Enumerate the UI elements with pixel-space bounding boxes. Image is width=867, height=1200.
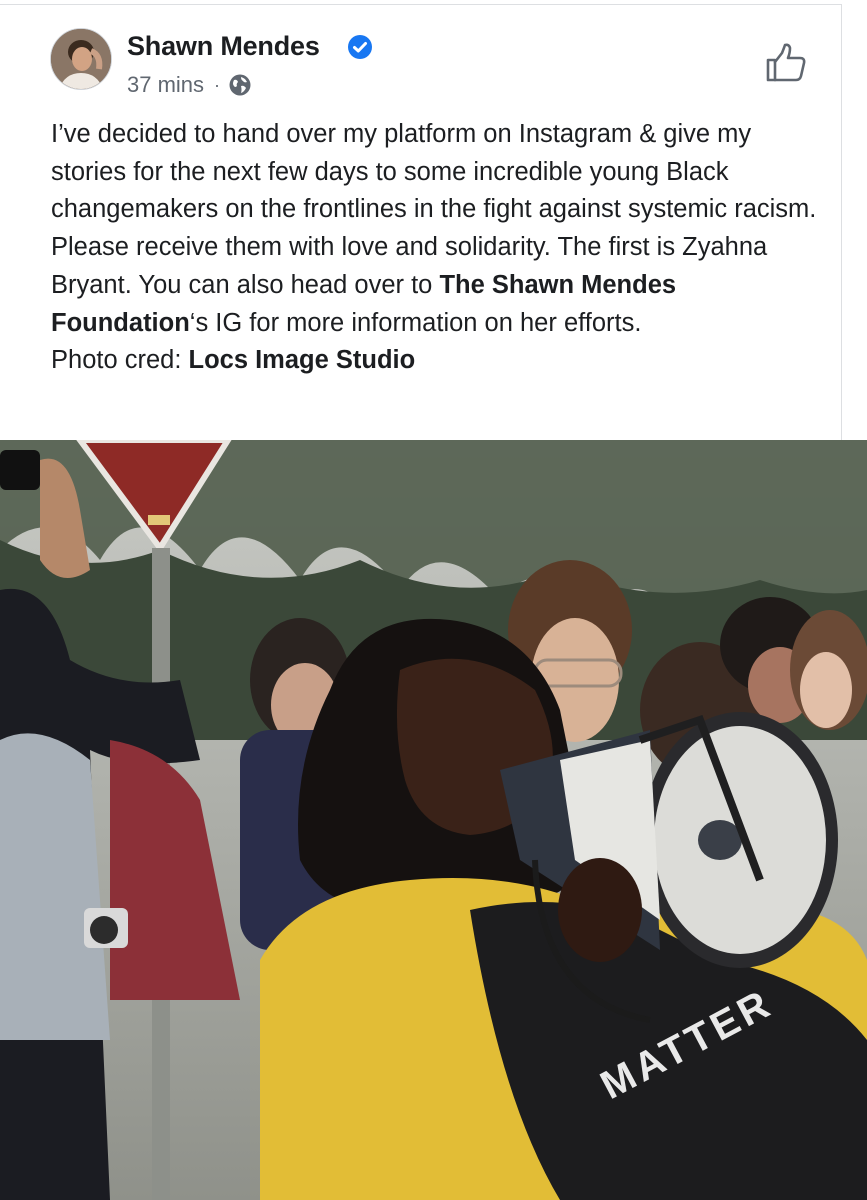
post-card: Shawn Mendes 37 mins · I’ve decided to h… [0, 0, 867, 1200]
verified-badge-icon [348, 35, 372, 59]
author-name[interactable]: Shawn Mendes [127, 31, 320, 62]
avatar[interactable] [50, 28, 112, 90]
photo-credit-mention[interactable]: Locs Image Studio [189, 346, 416, 374]
avatar-portrait [51, 29, 111, 89]
meta-separator: · [214, 74, 221, 95]
post-timestamp[interactable]: 37 mins [127, 72, 204, 98]
protest-photo: MATTER [0, 440, 867, 1200]
thumbs-up-icon[interactable] [764, 41, 808, 85]
post-text: ‘s IG for more information on her effort… [189, 308, 642, 337]
photo-credit: Photo cred: Locs Image Studio [51, 342, 831, 380]
post-body-paragraph: I’ve decided to hand over my platform on… [51, 116, 831, 342]
post-meta: 37 mins · [127, 72, 252, 98]
post-photo[interactable]: MATTER [0, 440, 867, 1200]
post-body: I’ve decided to hand over my platform on… [51, 116, 831, 380]
post-header: Shawn Mendes 37 mins · [0, 0, 842, 110]
post-text: I’ve decided to hand over my platform on… [51, 120, 817, 299]
globe-icon[interactable] [228, 73, 252, 97]
photo-credit-label: Photo cred: [51, 346, 189, 375]
